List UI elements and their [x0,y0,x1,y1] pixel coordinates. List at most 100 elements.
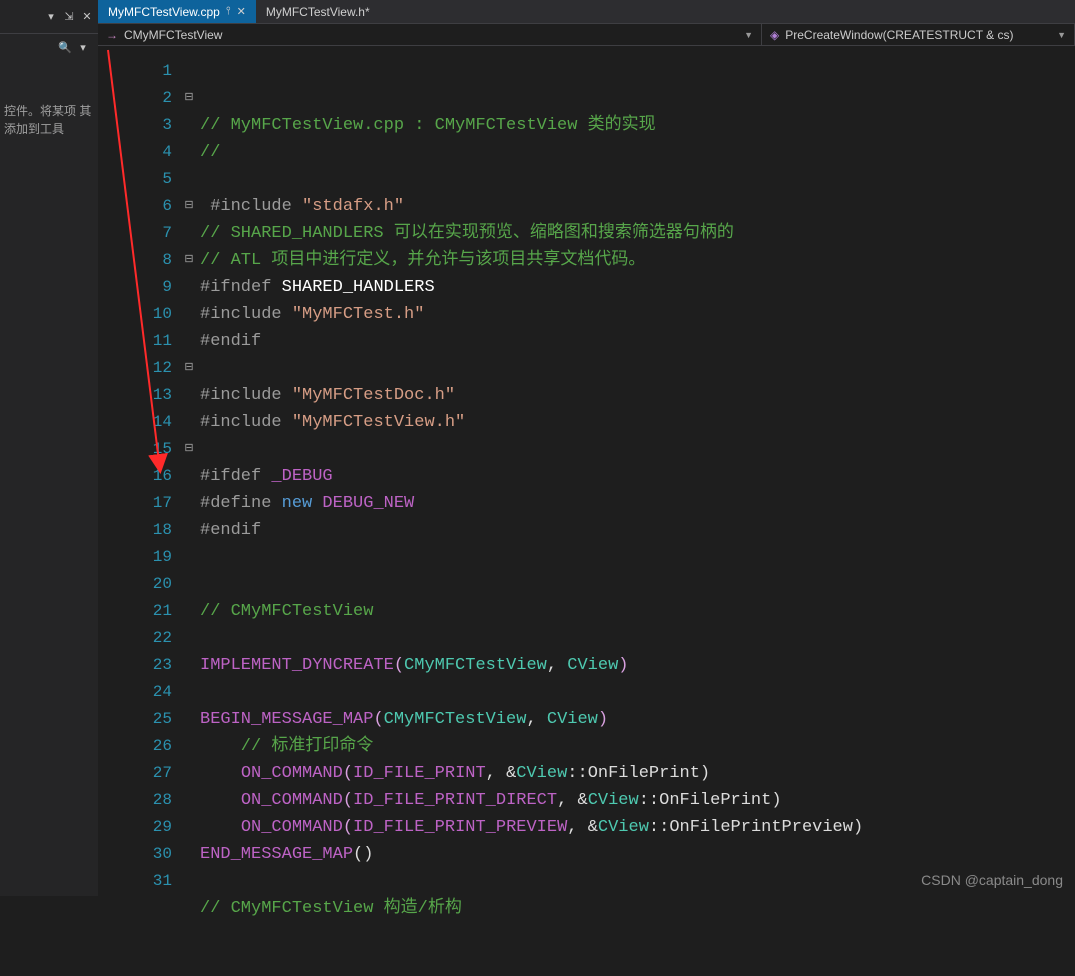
code-punct: ( [394,656,404,675]
fold-toggle [178,112,200,139]
code-punct: () [353,845,373,864]
code-comment: // 标准打印命令 [200,737,373,756]
fold-toggle [178,301,200,328]
fold-toggle[interactable]: ⊟ [178,355,200,382]
fold-toggle[interactable]: ⊟ [178,193,200,220]
code-punct: ( [343,764,353,783]
code-directive: #endif [200,521,261,540]
line-number-gutter: 1234567891011121314151617181920212223242… [98,46,178,896]
line-number: 18 [98,517,172,544]
fold-toggle [178,598,200,625]
code-directive: #include [210,197,302,216]
code-comment: // CMyMFCTestView [200,602,373,621]
code-comment: // CMyMFCTestView 构造/析构 [200,899,462,918]
code-macro: ON_COMMAND [241,791,343,810]
nav-scope-dropdown[interactable]: → CMyMFCTestView ▼ [98,24,762,45]
line-number: 24 [98,679,172,706]
line-number: 29 [98,814,172,841]
code-macro: END_MESSAGE_MAP [200,845,353,864]
code-directive: #endif [200,332,261,351]
code-comment: // SHARED_HANDLERS 可以在实现预览、缩略图和搜索筛选器句柄的 [200,224,734,243]
close-icon[interactable]: ✕ [237,5,246,18]
fold-toggle [178,517,200,544]
pin-icon[interactable]: ⇲ [62,10,76,24]
code-punct: , & [486,764,517,783]
line-number: 2 [98,85,172,112]
code-punct: , & [567,818,598,837]
fold-toggle [178,58,200,85]
line-number: 17 [98,490,172,517]
code-text: ::OnFilePrintPreview) [649,818,863,837]
code-indent [200,791,241,810]
code-macro: _DEBUG [271,467,332,486]
code-type: CMyMFCTestView [404,656,547,675]
fold-toggle[interactable]: ⊟ [178,436,200,463]
dropdown-icon[interactable]: ▾ [44,10,58,24]
fold-gutter[interactable]: ⊟ ⊟ ⊟ ⊟ ⊟ [178,46,200,896]
tab-label: MyMFCTestView.h* [266,5,370,19]
fold-toggle [178,679,200,706]
code-keyword: new [282,494,313,513]
fold-toggle [178,382,200,409]
fold-toggle [178,544,200,571]
code-type: CView [588,791,639,810]
code-text: ::OnFilePrint) [639,791,782,810]
code-string: "MyMFCTestView.h" [292,413,465,432]
dropdown-icon[interactable]: ▾ [76,41,90,55]
code-punct: , [526,710,546,729]
code-punct: ( [373,710,383,729]
nav-member-dropdown[interactable]: ◈ PreCreateWindow(CREATESTRUCT & cs) ▼ [762,24,1075,45]
code-macro: IMPLEMENT_DYNCREATE [200,656,394,675]
line-number: 12 [98,355,172,382]
fold-toggle [178,841,200,868]
code-directive: #ifndef [200,278,282,297]
code-directive: #include [200,413,292,432]
search-icon[interactable]: 🔍 [58,41,72,55]
fold-toggle [178,760,200,787]
fold-toggle[interactable]: ⊟ [178,85,200,112]
fold-toggle [178,652,200,679]
chevron-down-icon: ▼ [744,30,753,40]
code-area[interactable]: // MyMFCTestView.cpp : CMyMFCTestView 类的… [200,46,1075,896]
close-icon[interactable]: ✕ [80,10,94,24]
code-comment: // ATL 项目中进行定义，并允许与该项目共享文档代码。 [200,251,645,270]
line-number: 28 [98,787,172,814]
line-number: 3 [98,112,172,139]
code-directive: #include [200,386,292,405]
code-identifier: SHARED_HANDLERS [282,278,435,297]
code-directive: #define [200,494,282,513]
watermark: CSDN @captain_dong [921,872,1063,888]
code-comment: // [200,143,220,162]
code-indent [200,818,241,837]
code-comment: // MyMFCTestView.cpp : [200,116,435,135]
code-macro: ID_FILE_PRINT [353,764,486,783]
code-type: CMyMFCTestView [384,710,527,729]
nav-bar: → CMyMFCTestView ▼ ◈ PreCreateWindow(CRE… [98,24,1075,46]
code-macro: DEBUG_NEW [312,494,414,513]
code-type: CMyMFCTestView [435,116,578,135]
toolbox-search[interactable]: 🔍 ▾ [4,36,94,60]
code-punct: ( [343,818,353,837]
code-macro: ID_FILE_PRINT_PREVIEW [353,818,567,837]
tab-inactive[interactable]: MyMFCTestView.h* [256,0,380,23]
line-number: 19 [98,544,172,571]
line-number: 1 [98,58,172,85]
line-number: 5 [98,166,172,193]
method-icon: ◈ [770,28,779,42]
code-macro: ID_FILE_PRINT_DIRECT [353,791,557,810]
fold-toggle [178,490,200,517]
line-number: 26 [98,733,172,760]
line-number: 23 [98,652,172,679]
code-editor[interactable]: 1234567891011121314151617181920212223242… [98,46,1075,896]
code-punct: ) [598,710,608,729]
fold-toggle [178,328,200,355]
fold-toggle [178,625,200,652]
code-directive: #ifdef [200,467,271,486]
code-type: CView [598,818,649,837]
fold-toggle[interactable]: ⊟ [178,247,200,274]
code-text: ::OnFilePrint) [567,764,710,783]
fold-toggle [178,463,200,490]
tab-active[interactable]: MyMFCTestView.cpp ⫯ ✕ [98,0,256,23]
arrow-icon: → [106,28,118,42]
pin-icon[interactable]: ⫯ [226,5,231,18]
